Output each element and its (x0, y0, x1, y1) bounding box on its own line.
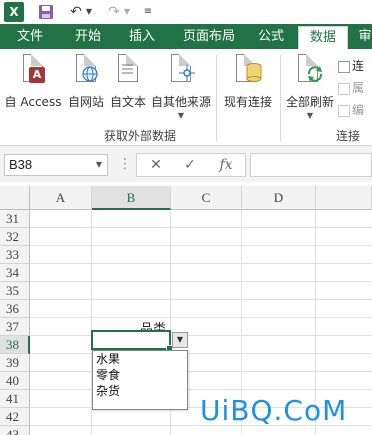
gridline (30, 245, 372, 246)
customize-toolbar-icon[interactable]: ≡ (142, 2, 154, 22)
existing-connections-icon (232, 53, 264, 87)
tab-home[interactable]: 开始 (62, 24, 114, 49)
resize-handle-icon[interactable]: ⋮ (118, 154, 132, 176)
row-header[interactable]: 40 (0, 372, 30, 390)
properties-command-label: 属 (352, 81, 365, 95)
redo-dropdown-icon[interactable]: ▼ (122, 2, 132, 22)
group-label-connections: 连接 (336, 129, 361, 143)
column-header-d[interactable]: D (242, 186, 316, 210)
cancel-icon[interactable]: ✕ (141, 154, 171, 176)
excel-window: X ↶ ▼ ↷ ▼ ≡ 文件 开始 插入 页面布局 公式 数据 审 A 自 Ac… (0, 0, 372, 435)
properties-command[interactable]: 属 (338, 79, 372, 99)
redo-icon[interactable]: ↷ (104, 2, 124, 22)
web-globe-icon (70, 53, 102, 87)
text-file-icon (112, 53, 144, 87)
chevron-down-icon: ▼ (177, 111, 185, 120)
from-other-sources-label: 自其他来源 (150, 95, 211, 109)
column-header-c[interactable]: C (171, 186, 242, 210)
validation-dropdown-list: 水果 零食 杂货 (92, 350, 188, 410)
edit-links-command-label: 编 (352, 103, 365, 117)
gridline (30, 335, 372, 336)
undo-dropdown-icon[interactable]: ▼ (84, 2, 94, 22)
select-all-corner[interactable] (0, 186, 30, 210)
from-text-label: 自文本 (109, 95, 146, 109)
gridline (30, 353, 372, 354)
other-sources-icon (165, 53, 197, 87)
connections-icon (338, 60, 350, 73)
row-header[interactable]: 43 (0, 426, 30, 435)
dropdown-arrow-button[interactable]: ▼ (172, 332, 188, 348)
dropdown-option[interactable]: 杂货 (93, 384, 187, 399)
watermark: UiBQ.CoM (200, 394, 348, 427)
ribbon-tabs: 文件 开始 插入 页面布局 公式 数据 审 (0, 24, 372, 49)
enter-icon[interactable]: ✓ (175, 154, 205, 176)
quick-access-toolbar: X ↶ ▼ ↷ ▼ ≡ (0, 0, 372, 24)
active-cell-b38[interactable] (91, 330, 173, 352)
formula-buttons: ✕ ✓ fx (136, 153, 246, 177)
column-header-b[interactable]: B (92, 186, 171, 210)
existing-connections-label: 现有连接 (223, 95, 272, 109)
row-header-selected[interactable]: 38 (0, 336, 30, 354)
dropdown-option[interactable]: 水果 (93, 352, 187, 367)
group-divider (216, 55, 217, 141)
tab-review[interactable]: 审 (352, 24, 372, 49)
excel-icon[interactable]: X (4, 2, 24, 22)
row-header[interactable]: 39 (0, 354, 30, 372)
from-other-sources-button[interactable]: 自其他来源 ▼ (150, 53, 212, 120)
access-db-icon: A (17, 53, 49, 87)
connections-command[interactable]: 连 (338, 57, 372, 77)
row-header[interactable]: 37 (0, 318, 30, 336)
row-header[interactable]: 31 (0, 210, 30, 228)
gridline (30, 227, 372, 228)
ribbon: A 自 Access 自网站 自文本 自其他来源 ▼ 现有连接 获取外部数据 全… (0, 49, 372, 146)
tab-formulas[interactable]: 公式 (248, 24, 294, 49)
from-access-button[interactable]: A 自 Access (4, 53, 62, 110)
edit-links-icon (338, 104, 350, 117)
from-text-button[interactable]: 自文本 (108, 53, 148, 110)
refresh-all-label: 全部刷新 (285, 95, 334, 109)
chevron-down-icon: ▼ (306, 111, 314, 120)
row-header[interactable]: 36 (0, 300, 30, 318)
gridline (30, 389, 372, 390)
refresh-icon (294, 53, 326, 87)
row-header[interactable]: 33 (0, 246, 30, 264)
formula-input[interactable] (250, 153, 372, 177)
existing-connections-button[interactable]: 现有连接 (220, 53, 276, 110)
tab-data[interactable]: 数据 (298, 26, 348, 49)
row-header[interactable]: 35 (0, 282, 30, 300)
row-header[interactable]: 41 (0, 390, 30, 408)
from-web-button[interactable]: 自网站 (64, 53, 108, 110)
row-header[interactable]: 42 (0, 408, 30, 426)
column-header-a[interactable]: A (30, 186, 92, 210)
row-header[interactable]: 32 (0, 228, 30, 246)
gridline (30, 299, 372, 300)
tab-insert[interactable]: 插入 (116, 24, 168, 49)
undo-icon[interactable]: ↶ (66, 2, 86, 22)
from-access-label: 自 Access (4, 95, 62, 109)
row-header[interactable]: 34 (0, 264, 30, 282)
tab-page-layout[interactable]: 页面布局 (170, 24, 248, 49)
gridline (30, 317, 372, 318)
gridline (30, 281, 372, 282)
column-header-e[interactable] (316, 186, 372, 210)
dropdown-option[interactable]: 零食 (93, 368, 187, 383)
tab-file[interactable]: 文件 (0, 24, 60, 49)
save-icon[interactable] (36, 2, 56, 22)
group-divider (280, 55, 281, 141)
refresh-all-button[interactable]: 全部刷新 ▼ (284, 53, 336, 120)
gridline (30, 371, 372, 372)
from-web-label: 自网站 (67, 95, 104, 109)
group-label-get-external-data: 获取外部数据 (104, 129, 177, 143)
formula-bar: B38 ▼ ⋮ ✕ ✓ fx (0, 146, 372, 182)
edit-links-command[interactable]: 编 (338, 101, 372, 121)
properties-icon (338, 82, 350, 95)
connections-command-label: 连 (352, 59, 365, 73)
insert-function-icon[interactable]: fx (211, 154, 241, 176)
chevron-down-icon[interactable]: ▼ (92, 154, 106, 176)
gridline (30, 263, 372, 264)
